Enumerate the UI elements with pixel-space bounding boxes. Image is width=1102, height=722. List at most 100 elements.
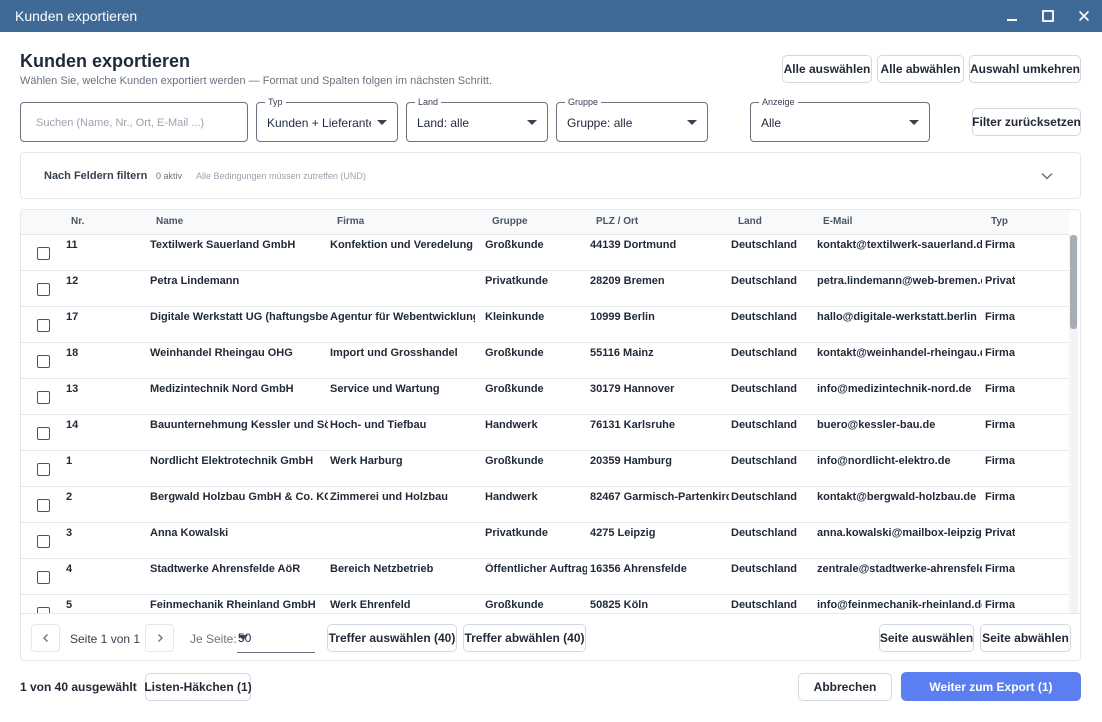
row-checkbox[interactable]: [37, 391, 50, 404]
display-select[interactable]: Anzeige Alle: [750, 97, 930, 142]
type-select[interactable]: Typ Kunden + Lieferanten: [256, 97, 398, 142]
cell-email: hallo@digitale-werkstatt.berlin: [817, 311, 977, 323]
row-checkbox[interactable]: [37, 463, 50, 476]
cell-name: Nordlicht Elektrotechnik GmbH: [150, 455, 314, 467]
chevron-down-icon: [238, 635, 248, 640]
table-row[interactable]: 5 Feinmechanik Rheinland GmbH Werk Ehrenfe…: [21, 595, 1069, 613]
cell-name: Digitale Werkstatt UG (haftungsbeschränk…: [150, 311, 328, 323]
cell-nr: 5: [66, 599, 73, 611]
select-all-button[interactable]: Alle auswählen: [782, 55, 872, 83]
type-label: Typ: [265, 97, 286, 107]
field-filter-panel[interactable]: Nach Feldern filtern 0 aktiv Alle Beding…: [20, 152, 1081, 199]
table-row[interactable]: 14 Bauunternehmung Kessler und SöhneHoch-…: [21, 415, 1069, 451]
column-header-name[interactable]: Name: [156, 216, 183, 227]
table-row[interactable]: 12 Petra Lindemann Privatkunde 28209 Bremen…: [21, 271, 1069, 307]
search-placeholder: Suchen (Name, Nr., Ort, E-Mail ...): [36, 117, 205, 129]
cell-firma: Agentur für Webentwicklung: [330, 311, 475, 323]
row-checkbox[interactable]: [37, 247, 50, 260]
table-scrollbar[interactable]: [1069, 235, 1078, 613]
search-input[interactable]: Suchen (Name, Nr., Ort, E-Mail ...): [20, 102, 248, 142]
cell-gruppe: Handwerk: [485, 491, 538, 503]
cell-name: Textilwerk Sauerland GmbH: [150, 239, 296, 251]
table-row[interactable]: 18 Weinhandel Rheingau OHG Import und Gros…: [21, 343, 1069, 379]
cell-gruppe: Kleinkunde: [485, 311, 545, 323]
country-label: Land: [415, 97, 442, 107]
minimize-button[interactable]: [994, 0, 1030, 32]
table-row[interactable]: 11 Textilwerk Sauerland GmbH Konfektion un…: [21, 235, 1069, 271]
cell-land: Deutschland: [731, 383, 798, 395]
country-select[interactable]: Land Land: alle: [406, 97, 548, 142]
selection-status: 1 von 40 ausgewählt: [20, 680, 137, 694]
cell-name: Medizintechnik Nord GmbH: [150, 383, 294, 395]
cell-typ: Firma: [985, 419, 1015, 431]
column-header-land[interactable]: Land: [738, 216, 762, 227]
column-header-firma[interactable]: Firma: [337, 216, 364, 227]
column-header-typ[interactable]: Typ: [991, 216, 1008, 227]
list-checks-button[interactable]: Listen-Häkchen (1): [144, 673, 252, 701]
cell-name: Petra Lindemann: [150, 275, 240, 287]
select-page-button[interactable]: Seite auswählen: [879, 624, 974, 652]
row-checkbox[interactable]: [37, 499, 50, 512]
cell-firma: Konfektion und Veredelung: [330, 239, 474, 251]
chevron-down-icon: [909, 120, 919, 125]
cell-email: zentrale@stadtwerke-ahrensfelde.de: [817, 563, 982, 575]
cell-nr: 17: [66, 311, 79, 323]
cell-gruppe: Öffentlicher Auftraggeber: [485, 563, 587, 575]
cell-name: Bauunternehmung Kessler und Söhne: [150, 419, 328, 431]
continue-export-button[interactable]: Weiter zum Export (1): [901, 672, 1081, 701]
cell-email: info@medizintechnik-nord.de: [817, 383, 972, 395]
cell-typ: Firma: [985, 311, 1015, 323]
cell-gruppe: Großkunde: [485, 455, 544, 467]
cell-plz-ort: 16356 Ahrensfelde: [590, 563, 687, 575]
cell-typ: Firma: [985, 563, 1015, 575]
group-select[interactable]: Gruppe Gruppe: alle: [556, 97, 708, 142]
row-checkbox[interactable]: [37, 319, 50, 332]
deselect-page-button[interactable]: Seite abwählen: [980, 624, 1071, 652]
cell-plz-ort: 82467 Garmisch-Partenkirchen: [590, 491, 729, 503]
column-header-email[interactable]: E-Mail: [823, 216, 852, 227]
cell-firma: Werk Harburg: [330, 455, 403, 467]
chevron-down-icon[interactable]: [1040, 169, 1054, 183]
per-page-select[interactable]: 50: [237, 627, 315, 653]
cell-plz-ort: 28209 Bremen: [590, 275, 665, 287]
deselect-hits-button[interactable]: Treffer abwählen (40): [463, 624, 586, 652]
table-row[interactable]: 13 Medizintechnik Nord GmbH Service und Wa…: [21, 379, 1069, 415]
cell-gruppe: Großkunde: [485, 239, 544, 251]
cell-name: Weinhandel Rheingau OHG: [150, 347, 293, 359]
row-checkbox[interactable]: [37, 283, 50, 296]
window-title: Kunden exportieren: [15, 8, 138, 24]
row-checkbox[interactable]: [37, 535, 50, 548]
maximize-button[interactable]: [1030, 0, 1066, 32]
type-value: Kunden + Lieferanten: [267, 116, 371, 130]
cell-email: info@nordlicht-elektro.de: [817, 455, 951, 467]
deselect-all-button[interactable]: Alle abwählen: [877, 55, 964, 83]
row-checkbox[interactable]: [37, 571, 50, 584]
cell-email: kontakt@weinhandel-rheingau.de: [817, 347, 982, 359]
row-checkbox[interactable]: [37, 427, 50, 440]
cell-plz-ort: 30179 Hannover: [590, 383, 675, 395]
column-header-gruppe[interactable]: Gruppe: [492, 216, 528, 227]
cell-typ: Privat: [985, 275, 1015, 287]
table-row[interactable]: 4 Stadtwerke Ahrensfelde AöR Bereich Netzb…: [21, 559, 1069, 595]
select-hits-button[interactable]: Treffer auswählen (40): [327, 624, 457, 652]
column-header-nr[interactable]: Nr.: [71, 216, 84, 227]
table-row[interactable]: 17 Digitale Werkstatt UG (haftungsbeschrä…: [21, 307, 1069, 343]
next-page-button[interactable]: [145, 624, 174, 652]
prev-page-button[interactable]: [31, 624, 60, 652]
chevron-down-icon: [377, 120, 387, 125]
close-button[interactable]: [1066, 0, 1102, 32]
cell-land: Deutschland: [731, 239, 798, 251]
cell-email: info@feinmechanik-rheinland.de: [817, 599, 982, 611]
invert-selection-button[interactable]: Auswahl umkehren: [969, 55, 1081, 83]
reset-filters-button[interactable]: Filter zurücksetzen: [972, 108, 1081, 136]
column-header-plz-ort[interactable]: PLZ / Ort: [596, 216, 638, 227]
display-label: Anzeige: [759, 97, 798, 107]
cancel-button[interactable]: Abbrechen: [798, 673, 892, 701]
table-row[interactable]: 2 Bergwald Holzbau GmbH & Co. KG Zimmerei …: [21, 487, 1069, 523]
cell-firma: Service und Wartung: [330, 383, 440, 395]
cell-email: kontakt@textilwerk-sauerland.de: [817, 239, 982, 251]
scrollbar-thumb[interactable]: [1070, 235, 1077, 329]
table-row[interactable]: 1 Nordlicht Elektrotechnik GmbH Werk Harbu…: [21, 451, 1069, 487]
row-checkbox[interactable]: [37, 355, 50, 368]
table-row[interactable]: 3 Anna Kowalski Privatkunde 4275 Leipzig Deu…: [21, 523, 1069, 559]
